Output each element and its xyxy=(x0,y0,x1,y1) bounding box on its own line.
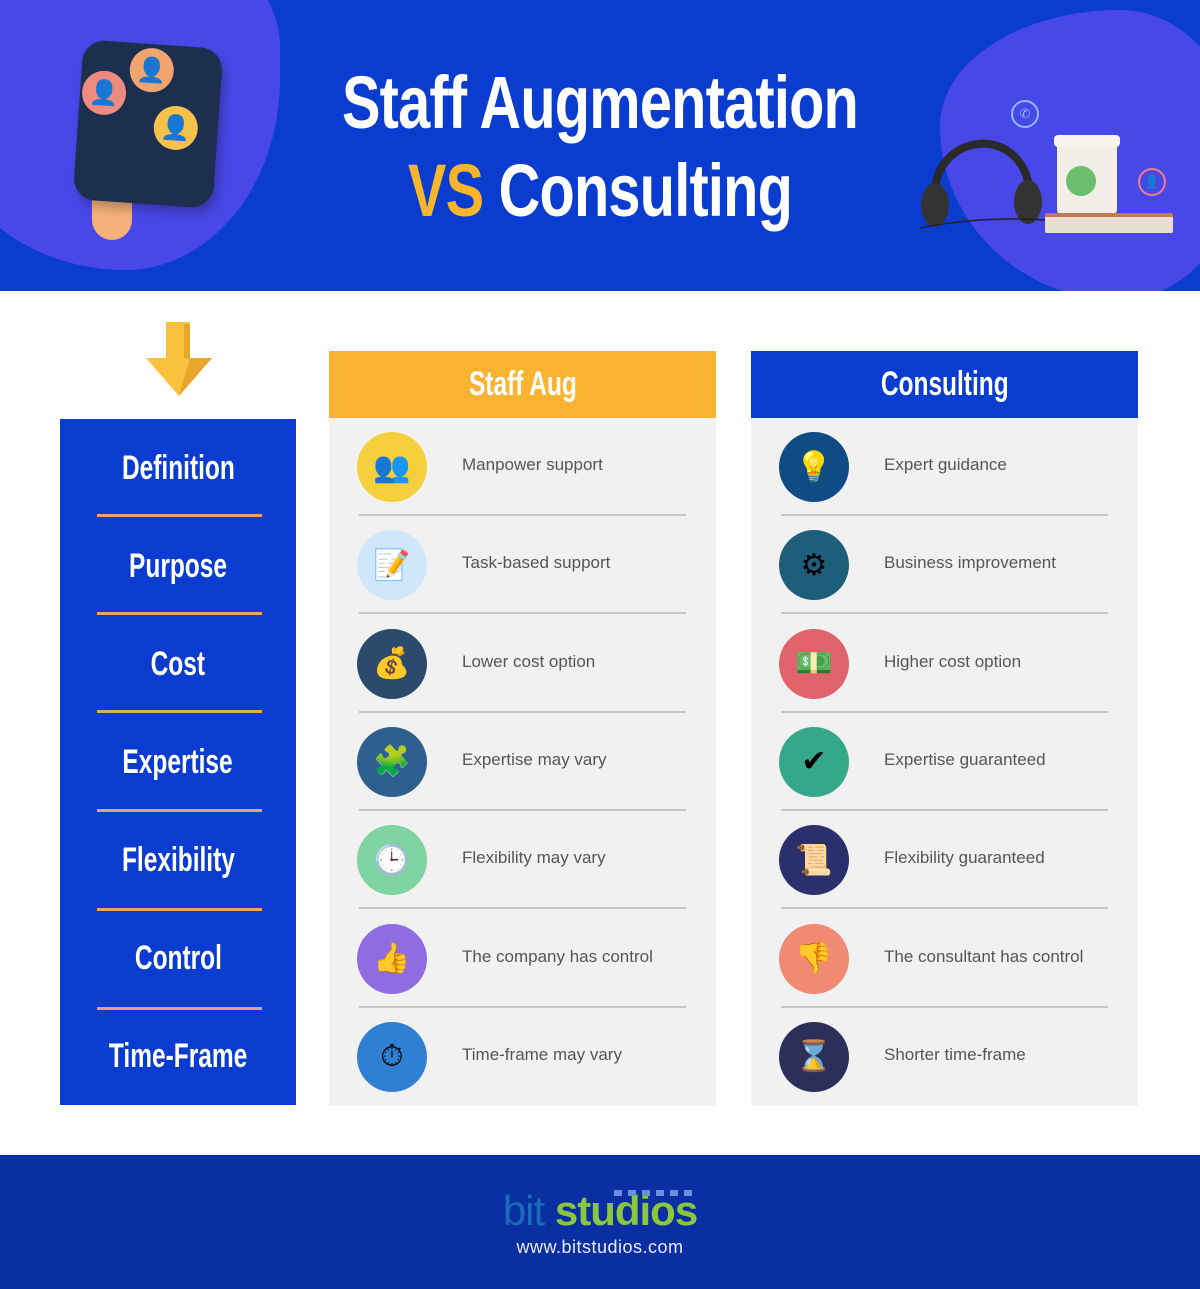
footer: bit studios www.bitstudios.com xyxy=(0,1155,1200,1289)
comparison-row: ✔ Expertise guaranteed xyxy=(751,713,1138,811)
comparison-row: 🕒 Flexibility may vary xyxy=(329,811,716,910)
clock-icon: 🕒 xyxy=(357,825,427,896)
comparison-row: 💵 Higher cost option xyxy=(751,615,1138,713)
consulting-column: Consulting 💡 Expert guidance ⚙ Business imp… xyxy=(751,351,1138,1106)
comparison-row: 👥 Manpower support xyxy=(329,418,716,516)
thumbs-up-icon: 👍 xyxy=(357,923,427,994)
row-text: The consultant has control xyxy=(884,946,1084,966)
comparison-row: 🧩 Expertise may vary xyxy=(329,713,716,811)
cup-logo xyxy=(1066,166,1096,196)
coins-hand-icon: 💰 xyxy=(357,628,427,699)
subtitle-text: Consulting xyxy=(498,149,793,232)
criteria-purpose: Purpose xyxy=(129,546,227,585)
comparison-row: 👎 The consultant has control xyxy=(751,910,1138,1008)
row-text: Higher cost option xyxy=(884,651,1022,671)
comparison-row: ⚙ Business improvement xyxy=(751,516,1138,615)
comparison-row: 📜 Flexibility guaranteed xyxy=(751,811,1138,910)
checkmark-icon: ✔ xyxy=(779,726,849,797)
criteria-definition: Definition xyxy=(121,448,235,487)
row-text: Flexibility may vary xyxy=(462,848,606,868)
headset-illustration xyxy=(920,139,1046,229)
criteria-sidebar: Definition Purpose Cost Expertise Flexib… xyxy=(60,419,296,1105)
row-text: Flexibility guaranteed xyxy=(884,848,1045,868)
arrow-down-icon xyxy=(146,322,212,396)
criteria-cost: Cost xyxy=(150,644,206,683)
money-hand-icon: 💵 xyxy=(779,628,849,699)
row-text: Lower cost option xyxy=(462,651,596,671)
logo-dots xyxy=(614,1190,704,1196)
user-chat-icon: 👤 xyxy=(1138,168,1166,196)
column-header: Staff Aug xyxy=(329,351,716,418)
thumbs-down-icon: 👎 xyxy=(779,923,849,994)
row-text: Expertise guaranteed xyxy=(884,749,1046,769)
comparison-row: 💡 Expert guidance xyxy=(751,418,1138,516)
pie-clock-icon: ⏱ xyxy=(357,1021,427,1092)
criteria-control: Control xyxy=(134,938,222,977)
whatsapp-chat-icon: ✆ xyxy=(1011,100,1039,128)
user-avatar-icon: 👤 xyxy=(80,69,128,117)
head-puzzle-icon: 🧩 xyxy=(357,726,427,797)
row-text: Time-frame may vary xyxy=(462,1044,622,1064)
gears-icon: ⚙ xyxy=(779,530,849,601)
comparison-row: ⏱ Time-frame may vary xyxy=(329,1008,716,1106)
criteria-expertise: Expertise xyxy=(122,742,234,781)
row-text: Manpower support xyxy=(462,455,603,474)
row-text: Shorter time-frame xyxy=(884,1044,1026,1064)
comparison-row: ⌛ Shorter time-frame xyxy=(751,1008,1138,1106)
header-banner: 👤 👤 👤 Staff Augmentation VS Consulting ✆… xyxy=(0,0,1200,291)
row-text: Task-based support xyxy=(462,553,611,573)
comparison-row: 💰 Lower cost option xyxy=(329,615,716,713)
vs-label: VS xyxy=(407,149,484,232)
row-text: Expert guidance xyxy=(884,455,1007,474)
row-text: Expertise may vary xyxy=(462,749,607,769)
certificate-icon: 📜 xyxy=(779,825,849,896)
book-illustration xyxy=(1045,213,1173,233)
hourglass-icon: ⌛ xyxy=(779,1021,849,1092)
cup-lid xyxy=(1054,135,1120,147)
column-header: Consulting xyxy=(751,351,1138,418)
criteria-time-frame: Time-Frame xyxy=(108,1036,248,1075)
row-text: The company has control xyxy=(462,946,653,966)
lightbulb-icon: 💡 xyxy=(779,432,849,502)
checklist-pencil-icon: 📝 xyxy=(357,530,427,601)
team-people-icon: 👥 xyxy=(357,432,427,502)
staff-aug-column: Staff Aug 👥 Manpower support 📝 Task-based s… xyxy=(329,351,716,1106)
criteria-flexibility: Flexibility xyxy=(121,840,235,879)
comparison-row: 📝 Task-based support xyxy=(329,516,716,615)
bitstudios-logo: bit studios xyxy=(502,1187,698,1234)
row-text: Business improvement xyxy=(884,553,1056,573)
website-link[interactable]: www.bitstudios.com xyxy=(0,1237,1200,1258)
comparison-row: 👍 The company has control xyxy=(329,910,716,1008)
